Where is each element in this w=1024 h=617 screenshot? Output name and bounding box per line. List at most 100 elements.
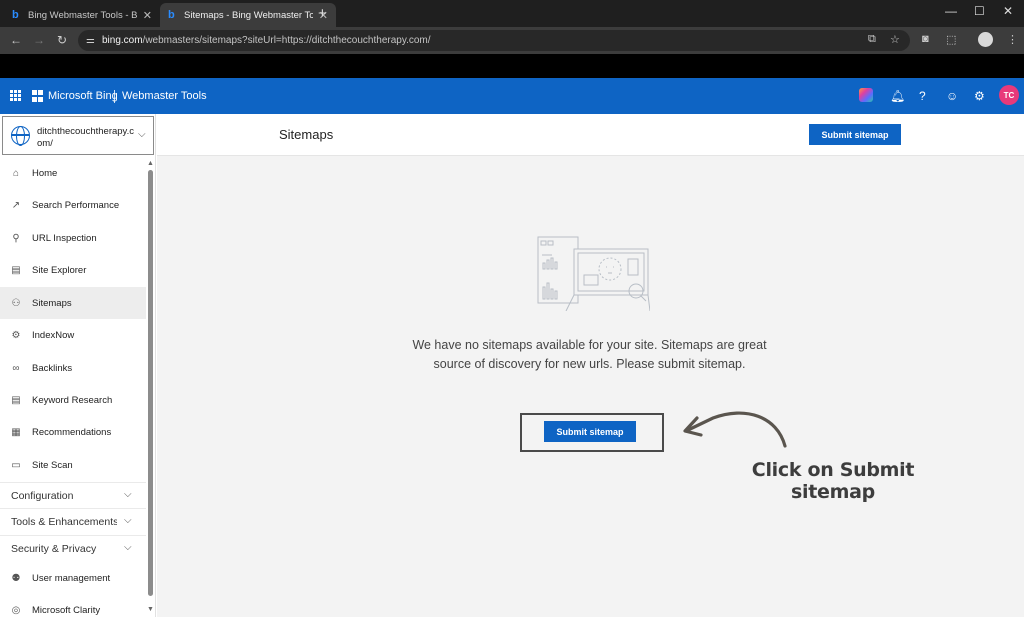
scroll-up-arrow-icon[interactable]: ▲ (147, 160, 154, 167)
url-path: /webmasters/sitemaps?siteUrl=https://dit… (142, 35, 431, 46)
browser-profile-avatar[interactable] (978, 32, 993, 47)
sidebar-item-home[interactable]: ⌂ Home (0, 157, 146, 189)
annotation-line-1: Click on Submit (751, 459, 915, 481)
notifications-bell-icon[interactable]: 🔔︎ (890, 89, 905, 103)
browser-tab-bing-webmaster[interactable]: b Bing Webmaster Tools - Bing W ✕ (4, 3, 160, 27)
browser-tab-strip: b Bing Webmaster Tools - Bing W ✕ b Site… (0, 0, 1024, 27)
sidebar-item-label: Sitemaps (32, 297, 72, 309)
annotation-line-2: sitemap (791, 481, 875, 503)
empty-state-message: We have no sitemaps available for your s… (412, 338, 767, 371)
sidebar-item-site-scan[interactable]: ▭ Site Scan (0, 449, 146, 481)
sidebar-group-label: Tools & Enhancements (11, 516, 117, 528)
sidebar-item-label: URL Inspection (32, 232, 97, 244)
sidebar-item-label: Microsoft Clarity (32, 604, 101, 616)
sidebar-item-label: Recommendations (32, 426, 112, 438)
sidebar-item-recommendations[interactable]: ▦ Recommendations (0, 416, 146, 448)
maximize-icon[interactable]: ☐ (974, 4, 985, 18)
back-icon[interactable]: ← (10, 33, 22, 47)
clipboard-icon: ▦ (11, 426, 21, 438)
scan-icon: ▭ (11, 459, 21, 471)
reload-icon[interactable]: ↻ (57, 33, 67, 47)
help-icon[interactable]: ? (919, 89, 926, 103)
link-icon: ∞ (12, 362, 20, 374)
sidebar-item-label: Search Performance (32, 199, 120, 211)
sidebar-item-label: IndexNow (32, 329, 75, 341)
url-domain: bing.com (101, 35, 143, 46)
brand-name[interactable]: Microsoft Bing (48, 90, 118, 102)
page-header: Sitemaps Submit sitemap (157, 114, 1024, 156)
tab-title: Bing Webmaster Tools - Bing W (28, 9, 137, 21)
sidebar-item-label: Site Scan (32, 459, 73, 471)
clarity-icon: ◎ (11, 604, 21, 616)
gear-icon: ⚙ (11, 329, 21, 341)
site-selector[interactable]: ditchthecouchtherapy.com/ ⌵ (2, 116, 154, 155)
settings-gear-icon[interactable]: ⚙ (974, 89, 985, 103)
copilot-icon[interactable] (859, 88, 873, 102)
sidebar-item-sitemaps[interactable]: ⚇ Sitemaps (0, 287, 146, 319)
sidebar-item-search-performance[interactable]: ↗ Search Performance (0, 189, 146, 221)
address-bar[interactable]: ⚌ bing.com/webmasters/sitemaps?siteUrl=h… (78, 30, 910, 51)
sidebar-group-label: Security & Privacy (11, 543, 97, 555)
home-icon: ⌂ (12, 167, 20, 179)
document-icon: ▤ (11, 394, 21, 406)
chevron-down-icon: ⌵ (138, 129, 146, 140)
cast-icon[interactable]: ⧉ (868, 33, 876, 46)
chevron-down-icon: ⌵ (124, 542, 132, 553)
empty-state-illustration (537, 236, 650, 311)
browser-bookmark-bar (0, 54, 1024, 78)
sidebar-item-label: Keyword Research (32, 394, 113, 406)
sidebar-group-tools-enhancements[interactable]: Tools & Enhancements ⌵ (0, 508, 146, 534)
header-divider (114, 90, 115, 103)
sidebar-group-security-privacy[interactable]: Security & Privacy ⌵ (0, 535, 146, 561)
browser-toolbar: ← → ↻ ⚌ bing.com/webmasters/sitemaps?sit… (0, 27, 1024, 54)
site-info-icon[interactable]: ⚌ (86, 35, 95, 46)
annotation-arrow-icon (683, 411, 787, 448)
user-icon: ⚉ (11, 572, 21, 584)
sidebar-item-url-inspection[interactable]: ⚲ URL Inspection (0, 222, 146, 254)
sidebar-item-user-management[interactable]: ⚉ User management (0, 562, 146, 594)
sidebar-item-backlinks[interactable]: ∞ Backlinks (0, 352, 146, 384)
camera-icon[interactable]: ◙ (922, 33, 929, 45)
annotation-text: Click on Submit sitemap (733, 459, 933, 503)
browser-tab-sitemaps[interactable]: b Sitemaps - Bing Webmaster To ✕ (160, 3, 336, 27)
sidebar-item-microsoft-clarity[interactable]: ◎ Microsoft Clarity (0, 594, 146, 617)
submit-sitemap-button-top[interactable]: Submit sitemap (809, 124, 901, 145)
feedback-smiley-icon[interactable]: ☺ (946, 89, 958, 103)
microsoft-logo-icon (32, 90, 44, 102)
new-tab-button[interactable]: + (318, 5, 327, 22)
sidebar-item-site-explorer[interactable]: ▤ Site Explorer (0, 254, 146, 286)
sidebar-group-label: Configuration (11, 490, 74, 502)
sidebar-item-label: Backlinks (32, 362, 73, 374)
sitemap-icon: ⚇ (11, 297, 21, 309)
submit-sitemap-button[interactable]: Submit sitemap (544, 421, 636, 442)
more-menu-icon[interactable]: ⋮ (1007, 33, 1018, 46)
sidebar-item-label: Home (32, 167, 58, 179)
product-name[interactable]: Webmaster Tools (122, 90, 207, 102)
forward-icon[interactable]: → (33, 33, 45, 47)
bookmark-star-icon[interactable]: ☆ (890, 33, 900, 46)
sidebar: ditchthecouchtherapy.com/ ⌵ ⌂ Home ↗ Sea… (0, 114, 156, 617)
page-title: Sitemaps (279, 127, 334, 142)
sidebar-scrollbar[interactable] (148, 170, 153, 596)
close-window-icon[interactable]: ✕ (1003, 4, 1013, 18)
scroll-down-arrow-icon[interactable]: ▼ (147, 606, 154, 613)
app-launcher-icon[interactable] (10, 90, 21, 101)
chevron-down-icon: ⌵ (124, 515, 132, 526)
close-tab-icon[interactable]: ✕ (143, 9, 152, 22)
user-avatar[interactable]: TC (999, 85, 1019, 105)
sidebar-item-indexnow[interactable]: ⚙ IndexNow (0, 319, 146, 351)
bing-favicon-icon: b (12, 8, 19, 21)
tab-title: Sitemaps - Bing Webmaster To (184, 9, 313, 21)
extensions-icon[interactable]: ⬚ (946, 33, 956, 46)
site-selector-value: ditchthecouchtherapy.com/ (37, 126, 134, 149)
search-icon: ⚲ (12, 232, 20, 244)
trend-icon: ↗ (11, 199, 21, 211)
minimize-icon[interactable]: — (945, 4, 957, 18)
sidebar-item-keyword-research[interactable]: ▤ Keyword Research (0, 384, 146, 416)
bing-favicon-icon: b (168, 8, 175, 21)
sidebar-item-label: Site Explorer (32, 264, 87, 276)
globe-icon (11, 126, 30, 146)
app-header: Microsoft Bing Webmaster Tools 🔔︎ ? ☺ ⚙ … (0, 78, 1024, 114)
sidebar-group-configuration[interactable]: Configuration ⌵ (0, 482, 146, 508)
main-content: Sitemaps Submit sitemap We have no sitem… (157, 114, 1024, 617)
